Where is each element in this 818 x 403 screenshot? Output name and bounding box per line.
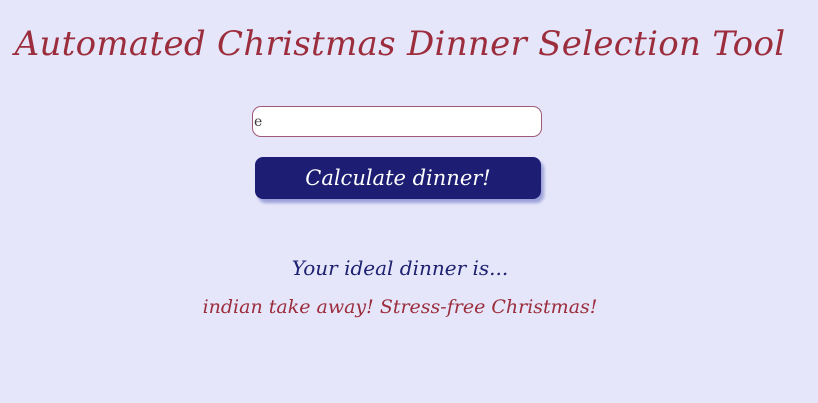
page: Automated Christmas Dinner Selection Too… (0, 0, 818, 403)
dinner-input-wrapper (252, 106, 542, 137)
page-title: Automated Christmas Dinner Selection Too… (14, 24, 786, 64)
result-heading: Your ideal dinner is... (291, 256, 509, 280)
calculate-dinner-button[interactable]: Calculate dinner! (255, 157, 541, 199)
result-text: indian take away! Stress-free Christmas! (202, 296, 598, 318)
dinner-input[interactable] (252, 106, 542, 137)
